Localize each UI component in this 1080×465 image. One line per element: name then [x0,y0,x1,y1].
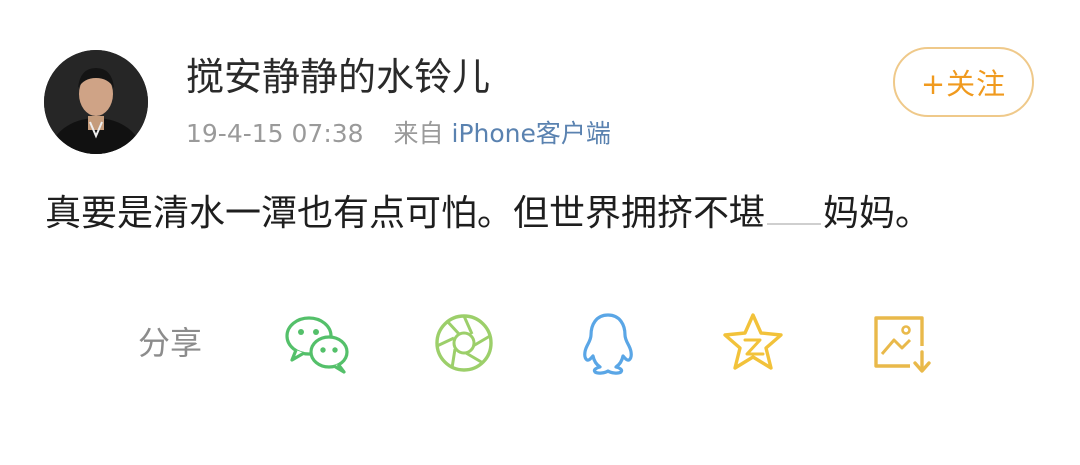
qq-icon[interactable] [572,310,644,376]
qzone-star-icon[interactable] [717,310,789,376]
text-gap [767,223,822,225]
wechat-icon[interactable] [282,310,354,376]
post-meta: 19-4-15 07:38 来自 iPhone客户端 [186,116,611,152]
moments-icon[interactable] [428,310,500,376]
post-body: 真要是清水一潭也有点可怕。但世界拥挤不堪 妈妈。 [45,186,931,242]
author-name[interactable]: 搅安静静的水铃儿 [186,52,490,102]
save-image-icon[interactable] [866,310,938,376]
source-prefix: 来自 [393,119,444,148]
follow-button[interactable]: +关注 [893,47,1034,117]
post-body-text: 真要是清水一潭也有点可怕。但世界拥挤不堪 [45,193,766,234]
post-timestamp: 19-4-15 07:38 [186,119,364,148]
post-body-text-end: 妈妈。 [823,193,932,234]
share-label: 分享 [138,324,203,362]
avatar[interactable] [44,50,148,154]
source-client-link[interactable]: iPhone客户端 [452,119,611,148]
